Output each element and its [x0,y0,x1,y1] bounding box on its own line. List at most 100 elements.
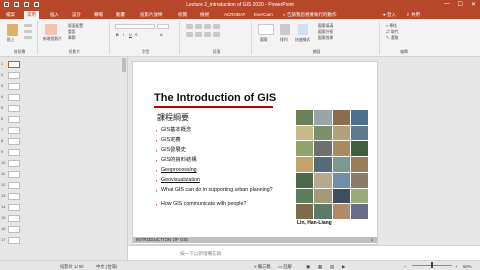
bullet-list[interactable]: GIS基本概念 GIS定義 GIS發展史 GIS的資料結構 Geoprocess… [156,127,286,212]
tab-design[interactable]: 設計 [72,12,81,18]
current-slide[interactable]: The Introduction of GIS 課程綱要 GIS基本概念 GIS… [132,61,378,245]
reset-button[interactable]: 重設 [68,30,76,35]
shape-outline-button[interactable]: 圖案外框 [318,30,333,35]
italic-button[interactable]: I [123,33,124,37]
font-color-button[interactable]: A [160,33,163,37]
slide-thumbnail[interactable] [8,171,20,178]
slide-thumbnail[interactable] [8,237,20,244]
bullet-link[interactable]: Geovisualization [161,177,200,183]
slide-thumbnail[interactable] [8,127,20,134]
slide-sorter-icon[interactable]: ▦ [318,264,322,270]
thumb-number: 2 [1,72,4,77]
align-center-icon[interactable] [195,32,202,37]
section-button[interactable]: 章節 [68,36,76,41]
bold-button[interactable]: B [116,33,119,37]
slide-thumbnail[interactable] [8,116,20,123]
tab-view[interactable]: 檢視 [200,12,209,18]
minimize-button[interactable]: — [444,1,450,8]
notes-pane[interactable]: 按一下以新增備忘稿 [128,245,480,260]
find-button[interactable]: ⌕ 尋找 [386,24,397,29]
paste-icon[interactable] [7,24,18,36]
language-indicator[interactable]: 中文 (台灣) [96,264,117,270]
slide-thumbnail[interactable] [8,215,20,222]
map-image [296,157,314,172]
new-slide-icon[interactable] [45,24,57,35]
slideshow-icon[interactable]: ▶ [342,264,345,270]
slide-thumbnail[interactable] [8,61,20,68]
comments-toggle[interactable]: ▭ 註解 [278,264,292,270]
notes-placeholder[interactable]: 按一下以新增備忘稿 [180,251,221,257]
layout-button[interactable]: 版面配置 [68,24,83,29]
font-family-select[interactable] [115,24,155,29]
tell-me-box[interactable]: ◐ 告訴我您想要執行的動作 [283,12,336,18]
maximize-button[interactable]: ☐ [458,1,463,8]
slide-thumbnail[interactable] [8,138,20,145]
numbering-icon[interactable] [195,24,202,29]
format-painter-icon[interactable] [24,36,32,39]
increase-indent-icon[interactable] [213,24,220,29]
shape-fill-button[interactable]: 圖案填滿 [318,24,333,29]
decrease-indent-icon[interactable] [204,24,211,29]
notes-toggle[interactable]: ≡ 備忘稿 [254,264,271,270]
tab-evercam[interactable]: EverCam [254,12,273,17]
thumb-number: 6 [1,116,4,121]
normal-view-icon[interactable]: ▣ [306,264,310,270]
scroll-thumb[interactable] [122,58,126,72]
close-button[interactable]: ✕ [471,1,476,8]
zoom-level[interactable]: 60% [463,264,472,269]
tab-home[interactable]: 常用 [24,11,39,19]
author-name[interactable]: Lin, Han-Liang [297,220,332,226]
tab-review[interactable]: 校閱 [178,12,187,18]
tab-transitions[interactable]: 轉場 [94,12,103,18]
slide-thumbnail[interactable] [8,204,20,211]
select-button[interactable]: ↖ 選取 [386,36,398,41]
share-button[interactable]: ⇪ 共用 [406,12,420,18]
thumbnail-scrollbar[interactable] [122,58,127,238]
slide-thumbnail[interactable] [8,83,20,90]
signin-link[interactable]: ● 登入 [383,12,396,18]
justify-icon[interactable] [213,32,220,37]
shape-effects-button[interactable]: 圖案效果 [318,36,333,41]
underline-button[interactable]: U [129,33,132,37]
slide-thumbnail-pane: 1 2 3 4 5 6 7 8 9 10 11 12 13 14 15 16 1… [0,57,128,260]
slide-thumbnail[interactable] [8,94,20,101]
map-image [332,204,350,219]
bullets-icon[interactable] [186,24,193,29]
bullet-link[interactable]: Geoprocessing [161,167,197,173]
thumb-number: 9 [1,149,4,154]
tab-insert[interactable]: 插入 [50,12,59,18]
map-image [332,125,350,141]
font-size-select[interactable] [157,24,169,29]
quick-styles-icon[interactable] [298,24,308,35]
footer-text[interactable]: INTRODUCTION OF GIS [136,237,188,242]
new-slide-label: 新增投影片 [43,37,62,41]
slide-thumbnail[interactable] [8,149,20,156]
slide-thumbnail[interactable] [8,72,20,79]
slide-thumbnail[interactable] [8,193,20,200]
zoom-in-icon[interactable]: + [455,264,458,269]
align-left-icon[interactable] [186,32,193,37]
shadow-button[interactable]: S [135,33,138,37]
map-image [350,204,368,219]
arrange-icon[interactable] [280,24,290,35]
reading-view-icon[interactable]: ▤ [330,264,334,270]
replace-label: 取代 [390,30,399,34]
zoom-out-icon[interactable]: − [404,264,407,269]
tab-file[interactable]: 檔案 [6,12,15,18]
tab-slideshow[interactable]: 投影片放映 [140,12,163,18]
tab-animations[interactable]: 動畫 [116,12,125,18]
slide-thumbnail[interactable] [8,182,20,189]
align-right-icon[interactable] [204,32,211,37]
zoom-slider-handle[interactable] [431,262,433,268]
slide-title[interactable]: The Introduction of GIS [154,92,276,104]
shapes-gallery[interactable] [258,24,274,35]
tab-acrobat[interactable]: ACROBAT [224,12,245,17]
slide-thumbnail[interactable] [8,105,20,112]
slide-thumbnail[interactable] [8,160,20,167]
cut-icon[interactable] [24,24,32,27]
copy-icon[interactable] [24,30,32,33]
thumb-number: 3 [1,83,4,88]
replace-button[interactable]: ⇄ 取代 [386,30,398,35]
slide-subtitle[interactable]: 課程綱要 [157,112,189,123]
slide-thumbnail[interactable] [8,226,20,233]
